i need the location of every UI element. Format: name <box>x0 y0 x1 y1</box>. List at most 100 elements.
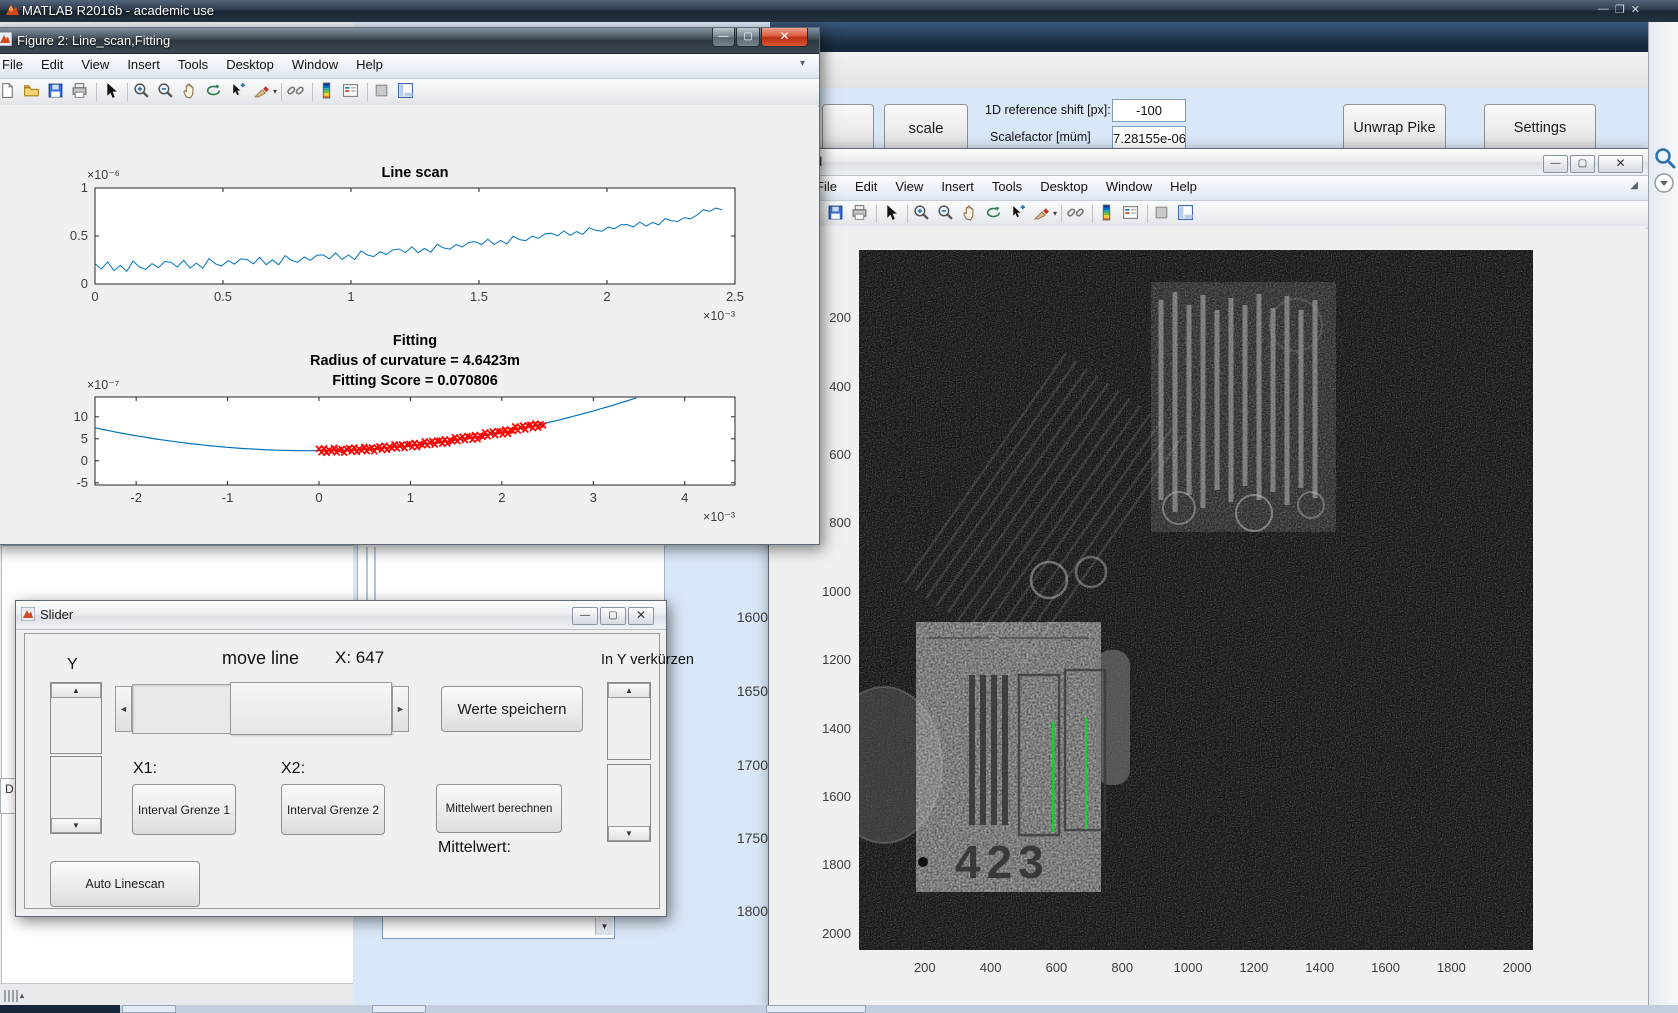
taskbar-item[interactable] <box>766 1005 866 1013</box>
minimize-button[interactable]: — <box>572 607 598 625</box>
linkplot-icon[interactable] <box>1067 204 1087 224</box>
werte-speichern-button[interactable]: Werte speichern <box>441 686 583 732</box>
dropdown-caret-icon[interactable]: ▾ <box>1053 209 1057 218</box>
partial-button[interactable] <box>822 104 874 152</box>
arrow-down-icon[interactable]: ▼ <box>608 826 650 841</box>
taskbar-item[interactable] <box>122 1005 176 1013</box>
slider-left-arrow[interactable]: ◄ <box>115 686 132 732</box>
menu-file[interactable]: File <box>0 54 32 75</box>
scalefactor-input[interactable] <box>1112 126 1186 150</box>
linkplot-icon[interactable] <box>287 82 307 102</box>
zoom-out-icon[interactable] <box>157 82 177 102</box>
menu-insert[interactable]: Insert <box>118 54 169 75</box>
scale-button[interactable]: scale <box>884 104 968 152</box>
close-button[interactable]: ✕ <box>761 28 808 47</box>
menu-help[interactable]: Help <box>347 54 392 75</box>
restore-icon[interactable]: ❐ <box>1615 3 1625 18</box>
open-icon[interactable] <box>23 82 43 102</box>
slider-right-arrow[interactable]: ► <box>392 686 409 732</box>
brush-icon[interactable] <box>253 82 273 102</box>
ref-shift-input[interactable] <box>1112 99 1186 122</box>
mittelwert-berechnen-button[interactable]: Mittelwert berechnen <box>436 784 562 833</box>
figure2-titlebar[interactable]: Figure 2: Line_scan,Fitting — ▢ ✕ <box>0 28 819 54</box>
dropdown-caret-icon[interactable]: ▾ <box>273 87 277 96</box>
minimize-button[interactable]: — <box>712 28 735 47</box>
matlab-main-titlebar[interactable]: MATLAB R2016b - academic use — ❐ ✕ <box>0 0 1678 22</box>
arrow-up-icon[interactable]: ▲ <box>608 683 650 698</box>
hologram-image[interactable]: 423 <box>859 250 1533 950</box>
legend-icon[interactable] <box>342 82 362 102</box>
settings-button[interactable]: Settings <box>1484 104 1596 152</box>
new-icon[interactable] <box>0 82 19 102</box>
unwrap-pike-button[interactable]: Unwrap Pike <box>1343 104 1446 152</box>
main-window-buttons[interactable]: — ❐ ✕ <box>1598 3 1640 18</box>
menu-insert[interactable]: Insert <box>932 176 983 197</box>
interval-grenze2-button[interactable]: Interval Grenze 2 <box>281 784 385 835</box>
print-icon[interactable] <box>71 82 91 102</box>
print-icon[interactable] <box>851 204 871 224</box>
close-button[interactable]: ✕ <box>628 607 654 625</box>
menu-window[interactable]: Window <box>283 54 347 75</box>
auto-linescan-button[interactable]: Auto Linescan <box>50 861 200 907</box>
maximize-button[interactable]: ▢ <box>736 28 760 47</box>
menu-collapse-icon[interactable]: ▾ <box>800 58 805 69</box>
save-icon[interactable] <box>827 204 847 224</box>
interval-grenze1-button[interactable]: Interval Grenze 1 <box>132 784 236 835</box>
menu-help[interactable]: Help <box>1161 176 1206 197</box>
y-spinner-up[interactable]: ▲ <box>50 682 102 754</box>
plottools-on-icon[interactable] <box>1177 204 1197 224</box>
rotate3d-icon[interactable] <box>985 204 1005 224</box>
arrow-down-icon[interactable]: ▼ <box>51 818 101 833</box>
menu-tools[interactable]: Tools <box>169 54 217 75</box>
slider-thumb[interactable] <box>230 682 392 735</box>
colorbar-icon[interactable] <box>318 82 338 102</box>
resize-grip-icon[interactable]: ▴ <box>4 989 30 1002</box>
minimize-button[interactable]: — <box>1543 155 1568 173</box>
plottools-on-icon[interactable] <box>397 82 417 102</box>
zoom-out-icon[interactable] <box>937 204 957 224</box>
menu-view[interactable]: View <box>72 54 118 75</box>
rotate3d-icon[interactable] <box>205 82 225 102</box>
dock-arrow-icon[interactable]: ◢ <box>1630 180 1638 191</box>
maximize-button[interactable]: ▢ <box>600 607 626 625</box>
menu-tools[interactable]: Tools <box>983 176 1031 197</box>
background-dropdown[interactable]: ▼ <box>382 916 615 939</box>
close-icon[interactable]: ✕ <box>1631 3 1640 18</box>
menu-edit[interactable]: Edit <box>846 176 886 197</box>
minimize-icon[interactable]: — <box>1598 3 1609 18</box>
zoom-in-icon[interactable] <box>133 82 153 102</box>
pointer-icon[interactable] <box>882 204 902 224</box>
chevron-down-circle-icon[interactable] <box>1653 172 1675 194</box>
shorten-spinner-up[interactable]: ▲ <box>607 682 651 760</box>
search-icon[interactable] <box>1653 146 1677 170</box>
taskbar-start-area[interactable] <box>0 1005 120 1013</box>
brush-icon[interactable] <box>1033 204 1053 224</box>
legend-icon[interactable] <box>1122 204 1142 224</box>
figure-window-titlebar[interactable]: d — ▢ ✕ <box>769 149 1648 176</box>
slider-titlebar[interactable]: Slider — ▢ ✕ <box>16 601 666 630</box>
menu-window[interactable]: Window <box>1097 176 1161 197</box>
menu-desktop[interactable]: Desktop <box>217 54 283 75</box>
zoom-in-icon[interactable] <box>913 204 933 224</box>
plottools-off-icon[interactable] <box>1153 204 1173 224</box>
slider-trough[interactable] <box>132 684 232 734</box>
plottools-off-icon[interactable] <box>373 82 393 102</box>
taskbar-item[interactable] <box>372 1005 426 1013</box>
menu-view[interactable]: View <box>886 176 932 197</box>
colorbar-icon[interactable] <box>1098 204 1118 224</box>
taskbar[interactable] <box>0 1005 1678 1013</box>
close-button[interactable]: ✕ <box>1598 155 1643 173</box>
pan-icon[interactable] <box>961 204 981 224</box>
chevron-down-icon[interactable]: ▼ <box>595 918 613 935</box>
menu-edit[interactable]: Edit <box>32 54 72 75</box>
save-icon[interactable] <box>47 82 67 102</box>
pointer-icon[interactable] <box>102 82 122 102</box>
datacursor-icon[interactable] <box>1009 204 1029 224</box>
background-scrollbar[interactable] <box>366 547 376 601</box>
pan-icon[interactable] <box>181 82 201 102</box>
menu-desktop[interactable]: Desktop <box>1031 176 1097 197</box>
maximize-button[interactable]: ▢ <box>1570 155 1595 173</box>
y-spinner-down[interactable]: ▼ <box>50 756 102 834</box>
shorten-spinner-down[interactable]: ▼ <box>607 764 651 842</box>
arrow-up-icon[interactable]: ▲ <box>51 683 101 698</box>
